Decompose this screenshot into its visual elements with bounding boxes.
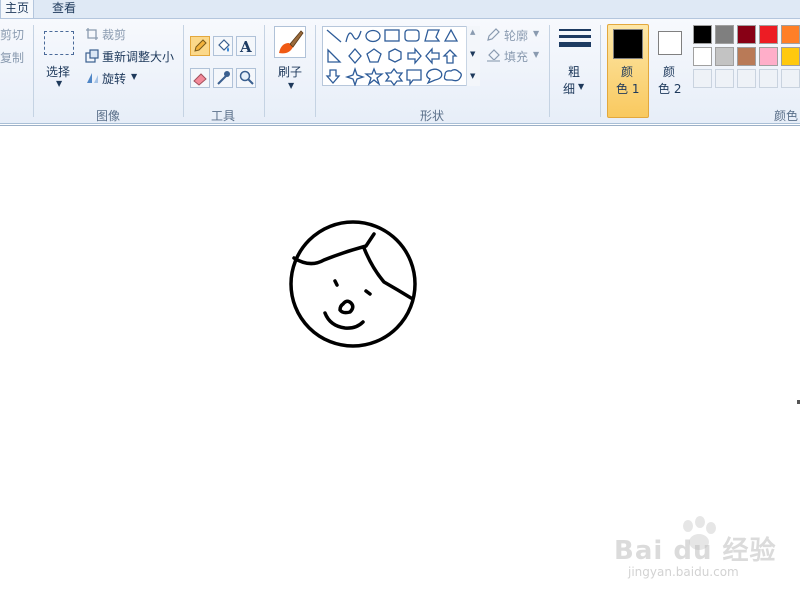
watermark-url: jingyan.baidu.com [628,565,739,579]
right-eye [364,289,372,296]
copy-button[interactable]: 复制 [0,49,24,66]
brushes-button[interactable]: 刷子 [278,63,302,80]
color1-label-bottom: 色 1 [616,82,640,96]
left-eye [333,279,339,287]
resize-button[interactable]: 重新调整大小 [102,48,174,65]
cloud-callout-shape-icon [443,69,462,82]
mouth [323,311,365,330]
separator [33,25,34,117]
right-triangle-shape-icon [327,48,342,63]
five-point-star-shape-icon [364,67,384,86]
shape-fill-icon [487,49,500,62]
diamond-shape-icon [348,48,362,64]
color-picker-icon[interactable] [213,68,233,88]
pencil-icon[interactable] [190,36,210,56]
separator [183,25,184,117]
curve-shape-icon [345,30,362,43]
shapes-group-label: 形状 [419,109,444,123]
separator [264,25,265,117]
hair-line [362,246,413,300]
triangle-shape-icon [443,28,459,42]
hexagon-shape-icon [388,48,402,63]
palette-custom-swatch[interactable] [781,69,800,88]
outline-button[interactable]: 轮廓 [504,27,528,44]
arrow-up-shape-icon [442,49,458,64]
crop-button[interactable]: 裁剪 [102,26,126,43]
text-icon[interactable]: A [236,36,256,56]
arrow-left-shape-icon [425,47,440,65]
brushes-icon[interactable] [274,26,306,58]
pentagon-shape-icon [366,48,382,63]
six-point-star-shape-icon [384,67,404,86]
arrow-down-shape-icon [325,69,341,84]
tab-view[interactable]: 查看 [44,0,84,18]
rotate-dropdown-icon[interactable]: ▼ [131,72,137,81]
palette-swatch[interactable] [737,25,756,44]
shape-fill-dropdown-icon[interactable]: ▼ [533,50,539,59]
size-dropdown-icon[interactable]: ▼ [578,82,584,91]
crop-icon [86,28,98,40]
watermark-brand: Bai du 经验 [614,536,777,566]
tab-home[interactable]: 主页 [0,0,34,18]
arrow-right-shape-icon [407,47,422,65]
palette-custom-swatch[interactable] [715,69,734,88]
palette-swatch[interactable] [781,25,800,44]
polygon-shape-icon [424,29,441,42]
oval-shape-icon [365,29,381,43]
rotate-icon [87,73,98,83]
colors-group-label: 颜色 [773,109,798,123]
size-label-top[interactable]: 粗 [568,63,580,80]
size-label-bottom[interactable]: 细 [563,80,575,97]
palette-swatch[interactable] [715,47,734,66]
rect-callout-shape-icon [406,69,422,86]
palette-custom-swatch[interactable] [759,69,778,88]
rotate-button[interactable]: 旋转 [102,70,126,87]
palette-swatch[interactable] [693,47,712,66]
select-dropdown-icon[interactable]: ▼ [56,79,62,88]
separator [549,25,550,117]
palette-swatch[interactable] [759,47,778,66]
rounded-rectangle-shape-icon [404,29,420,42]
rectangle-shape-icon [384,29,400,42]
palette-custom-swatch[interactable] [693,69,712,88]
line-shape-icon [326,29,342,43]
four-point-star-shape-icon [344,66,366,86]
palette-swatch[interactable] [781,47,800,66]
fill-icon[interactable] [213,36,233,56]
hair-line [292,232,376,266]
eraser-icon[interactable] [190,68,210,88]
palette-swatch[interactable] [759,25,778,44]
select-button[interactable]: 选择 [46,63,70,80]
separator [315,25,316,117]
palette-swatch[interactable] [715,25,734,44]
oval-callout-shape-icon [426,68,443,85]
cut-button[interactable]: 剪切 [0,26,24,43]
color1-swatch [613,29,643,59]
color2-label-top[interactable]: 颜 [663,63,675,80]
ribbon: 剪切 复制 选择 ▼ 裁剪 重新调整大小 旋转 ▼ 图像 A 工具 刷子 ▼ ▲… [0,18,800,124]
size-icon[interactable] [559,29,591,51]
tools-group-label: 工具 [210,109,235,123]
shapes-gallery[interactable] [322,26,480,86]
ribbon-tab-strip: 主页 查看 [0,0,800,18]
resize-icon [85,49,99,63]
nose [338,299,355,315]
magnifier-icon[interactable] [236,68,256,88]
palette-custom-swatch[interactable] [737,69,756,88]
palette-swatch[interactable] [737,47,756,66]
svg-text:A: A [239,38,252,55]
shape-fill-button[interactable]: 填充 [504,48,528,65]
color2-swatch[interactable] [658,31,682,55]
image-group-label: 图像 [95,109,120,123]
separator [600,25,601,117]
select-icon[interactable] [44,31,74,55]
outline-icon [487,28,500,41]
color2-label-bottom[interactable]: 色 2 [658,80,681,97]
palette-swatch[interactable] [693,25,712,44]
brushes-dropdown-icon[interactable]: ▼ [288,81,294,90]
outline-dropdown-icon[interactable]: ▼ [533,29,539,38]
color1-label-top: 颜 [621,65,634,79]
shapes-scrollbar[interactable]: ▲ ▼ ▼ [466,26,480,86]
